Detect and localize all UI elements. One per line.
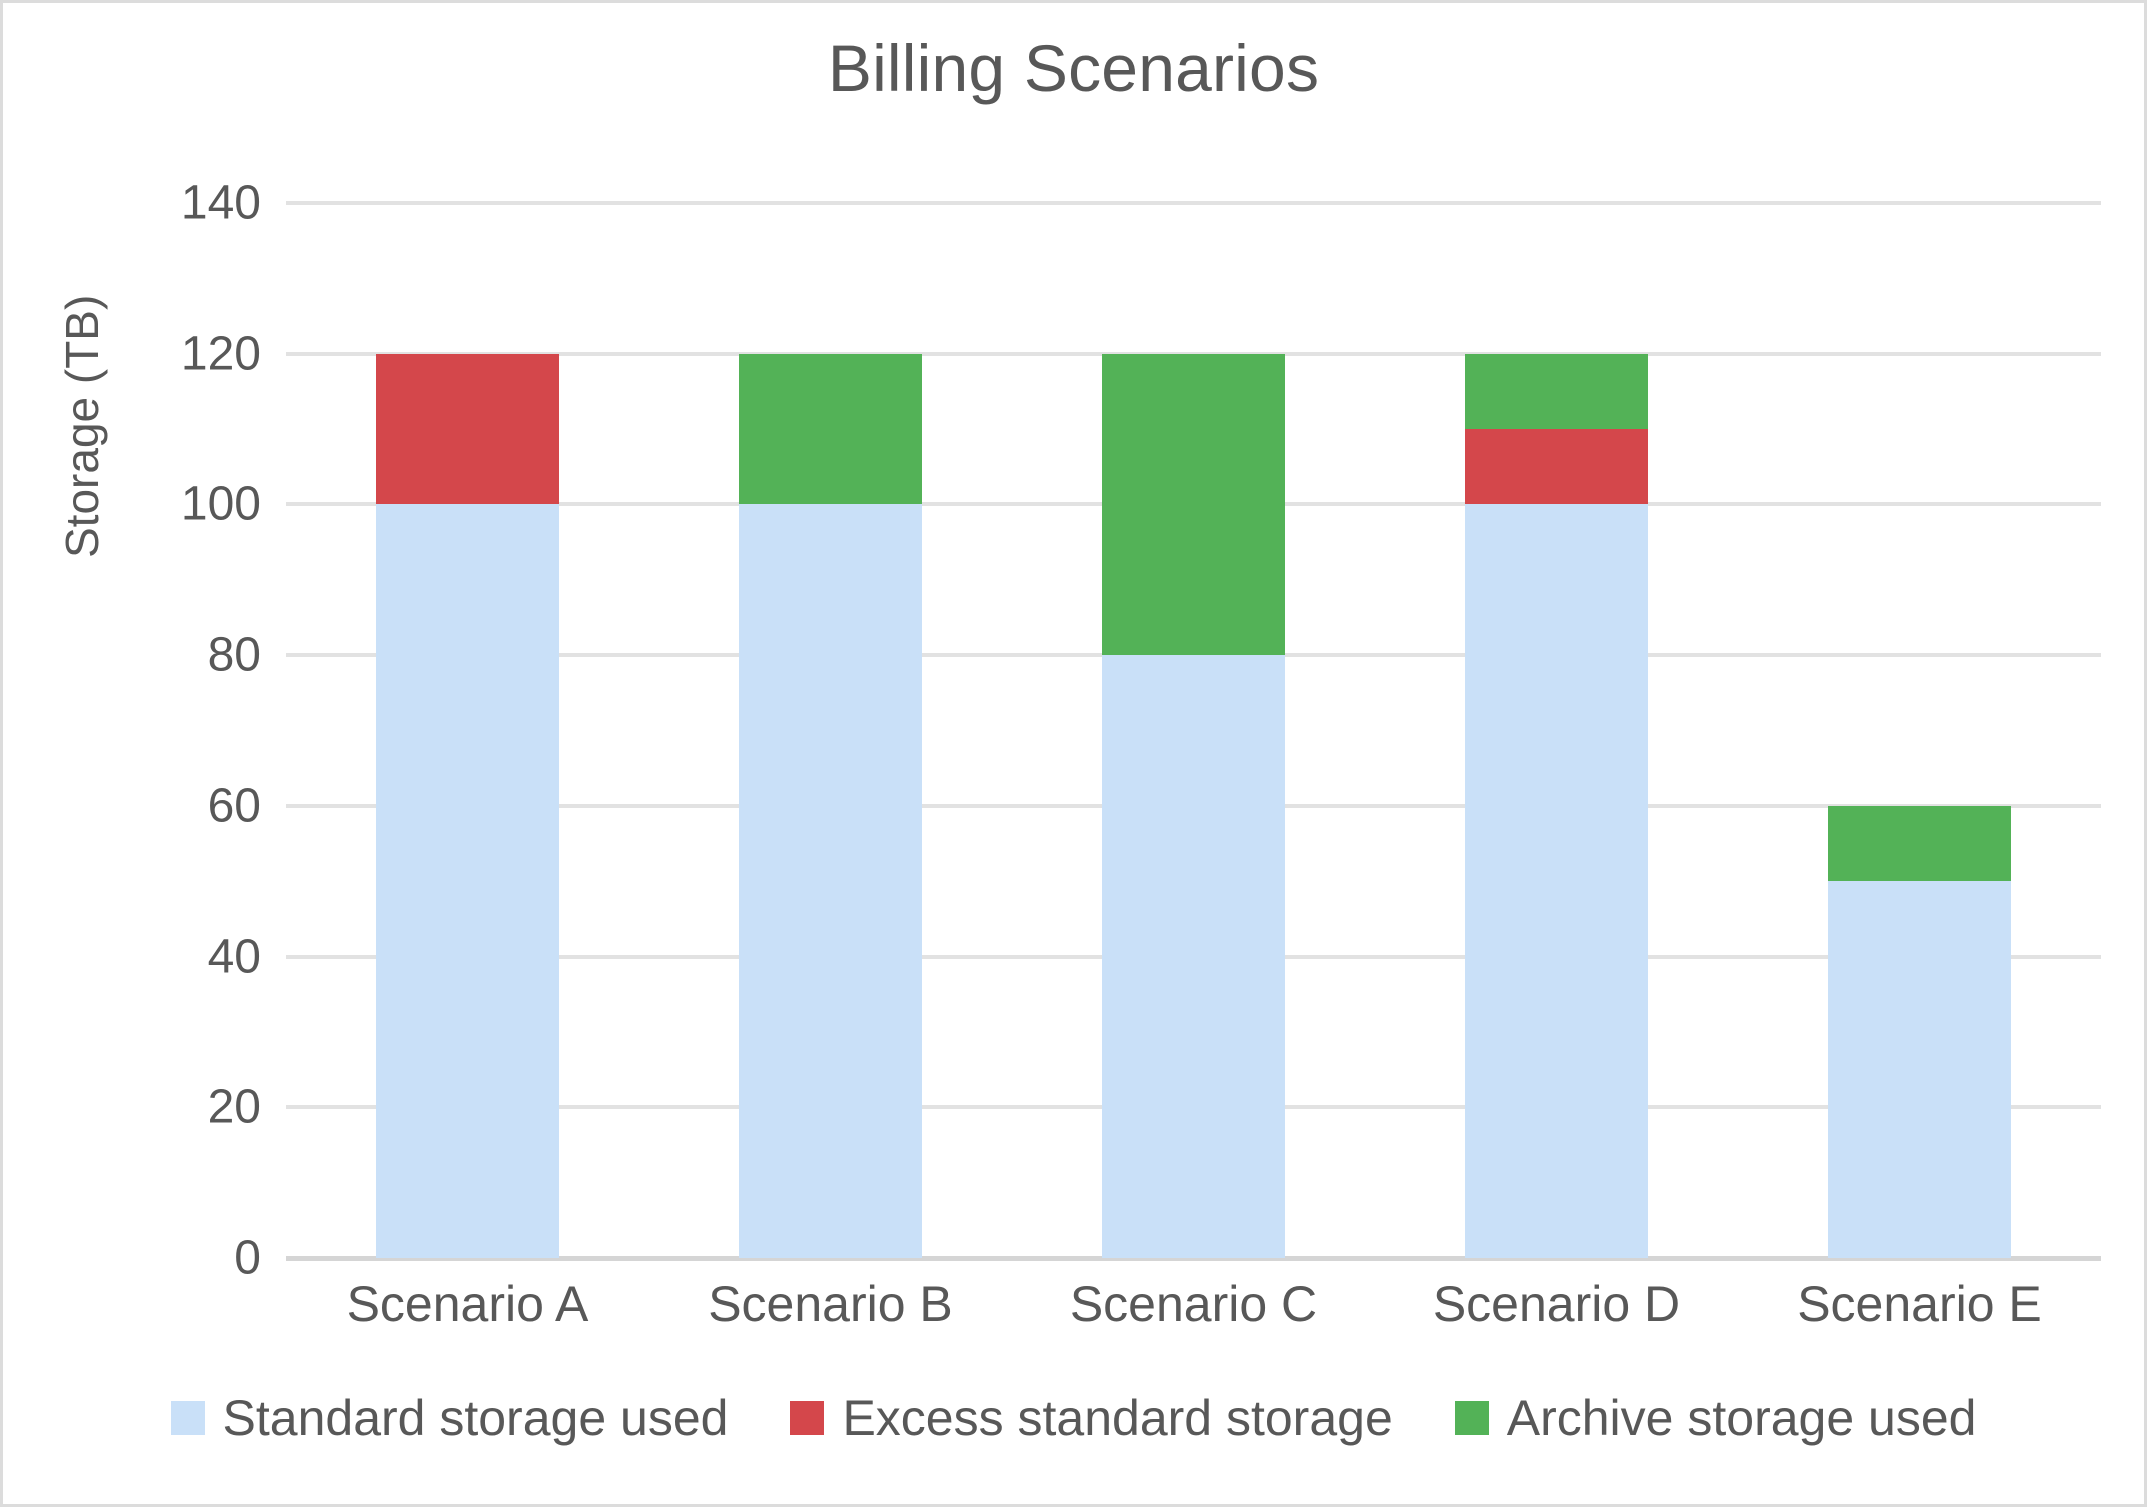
y-axis-tick-label: 60 (207, 779, 261, 833)
chart-container: Billing Scenarios Storage (TB) 0 20 40 60 80… (0, 0, 2147, 1507)
y-axis-tick-label: 40 (207, 930, 261, 984)
y-axis-tick-label: 0 (234, 1231, 261, 1285)
y-axis-tick-label: 120 (180, 327, 261, 381)
bar-segment[interactable] (1465, 353, 1648, 430)
legend-label: Standard storage used (222, 1390, 729, 1446)
bar-segment[interactable] (1102, 353, 1285, 656)
bar-group[interactable] (1465, 203, 1648, 1258)
y-axis-tick-label: 80 (207, 628, 261, 682)
legend-item[interactable]: Excess standard storage (790, 1390, 1393, 1446)
x-axis-tick-label: Scenario D (1432, 1276, 1681, 1332)
bar-segment[interactable] (1465, 429, 1648, 505)
legend-label: Excess standard storage (842, 1390, 1393, 1446)
legend-item[interactable]: Standard storage used (170, 1390, 729, 1446)
chart-title: Billing Scenarios (827, 31, 1320, 105)
y-axis-tick-label: 140 (180, 176, 261, 230)
bar-segment[interactable] (1828, 881, 2011, 1258)
chart-legend: Standard storage used Excess standard sto… (3, 1393, 2144, 1443)
legend-swatch-icon (790, 1401, 825, 1435)
y-axis-tick-label: 100 (180, 477, 261, 531)
x-axis-tick-label: Scenario A (346, 1276, 589, 1332)
bar-segment[interactable] (1465, 504, 1648, 1258)
x-axis-labels: Scenario A Scenario B Scenario C Scenario D… (286, 1275, 2101, 1355)
bar-group[interactable] (1828, 203, 2011, 1258)
bar-segment[interactable] (1828, 805, 2011, 882)
bar-group[interactable] (1102, 203, 1285, 1258)
bar-segment[interactable] (739, 504, 922, 1258)
legend-label: Archive storage used (1506, 1390, 1977, 1446)
bar-group[interactable] (376, 203, 559, 1258)
bar-segment[interactable] (739, 353, 922, 505)
bar-segment[interactable] (376, 353, 559, 505)
x-axis-tick-label: Scenario B (708, 1276, 953, 1332)
plot-area: 0 20 40 60 80 100 120 140 (181, 177, 2101, 1285)
x-axis-tick-label: Scenario E (1797, 1276, 2042, 1332)
legend-swatch-icon (1454, 1401, 1489, 1435)
bar-segment[interactable] (1102, 655, 1285, 1258)
y-axis-tick-label: 20 (207, 1080, 261, 1134)
legend-swatch-icon (170, 1401, 205, 1435)
bar-group[interactable] (739, 203, 922, 1258)
x-axis-tick-label: Scenario C (1069, 1276, 1318, 1332)
legend-item[interactable]: Archive storage used (1454, 1390, 1977, 1446)
bars-layer (286, 203, 2101, 1258)
bar-segment[interactable] (376, 504, 559, 1258)
